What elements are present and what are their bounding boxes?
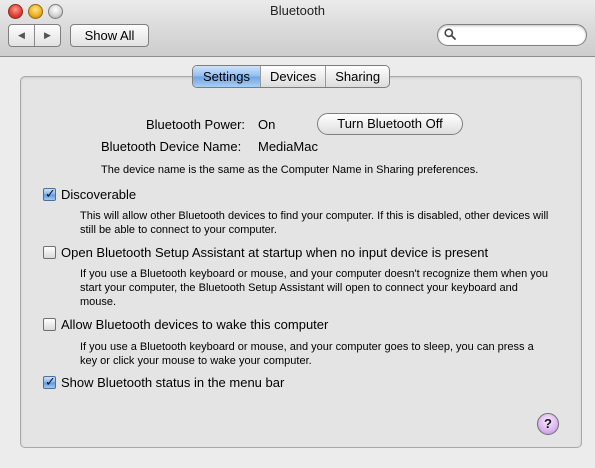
power-label: Bluetooth Power: [146,117,246,132]
forward-button[interactable]: ▶ [34,25,60,46]
discoverable-description: This will allow other Bluetooth devices … [80,210,549,236]
search-icon [444,28,456,40]
checkmark-icon: ✓ [45,374,56,389]
window-toolbar: Bluetooth ◀ ▶ Show All [0,0,595,57]
tab-bar: Settings Devices Sharing [192,65,391,88]
back-arrow-icon: ◀ [18,30,25,40]
checkmark-icon: ✓ [45,186,56,201]
window-title: Bluetooth [270,3,325,18]
tab-settings[interactable]: Settings [193,66,260,87]
tab-sharing[interactable]: Sharing [325,66,389,87]
search-field[interactable] [437,24,587,46]
device-name-value: MediaMac [258,139,318,154]
discoverable-checkbox[interactable]: ✓ [43,186,56,201]
setup-assistant-label[interactable]: Open Bluetooth Setup Assistant at startu… [61,245,488,260]
forward-arrow-icon: ▶ [44,30,51,40]
wake-computer-checkbox[interactable] [43,318,56,331]
show-all-button[interactable]: Show All [70,24,149,47]
search-input[interactable] [460,27,582,44]
menu-bar-status-checkbox[interactable]: ✓ [43,374,56,389]
wake-computer-description: If you use a Bluetooth keyboard or mouse… [80,341,534,367]
back-forward-control: ◀ ▶ [8,24,61,47]
wake-computer-label[interactable]: Allow Bluetooth devices to wake this com… [61,317,328,332]
device-name-note: The device name is the same as the Compu… [101,164,479,176]
setup-assistant-description: If you use a Bluetooth keyboard or mouse… [80,268,549,308]
device-name-label: Bluetooth Device Name: [101,139,242,154]
tab-devices[interactable]: Devices [259,66,325,87]
discoverable-label[interactable]: Discoverable [61,187,136,202]
help-button[interactable]: ? [537,413,559,435]
menu-bar-status-label[interactable]: Show Bluetooth status in the menu bar [61,375,284,390]
back-button[interactable]: ◀ [9,25,34,46]
settings-pane [20,76,582,448]
turn-bluetooth-off-button[interactable]: Turn Bluetooth Off [317,113,463,135]
setup-assistant-checkbox[interactable] [43,246,56,259]
power-value: On [258,117,276,132]
